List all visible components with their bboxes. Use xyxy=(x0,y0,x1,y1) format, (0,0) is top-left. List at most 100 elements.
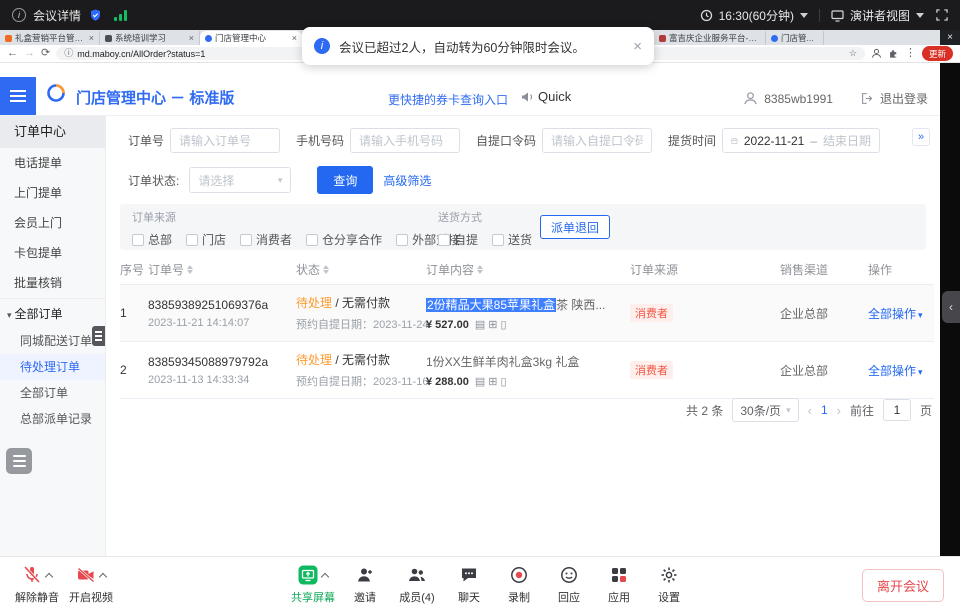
prev-page-button[interactable]: ‹ xyxy=(808,403,812,418)
checkbox-icon xyxy=(240,234,252,246)
browser-tab[interactable]: 门店管... xyxy=(766,31,824,45)
tab-close-icon[interactable]: × xyxy=(89,34,94,43)
sidebar-item-phone-order[interactable]: 电话提单 xyxy=(0,148,105,178)
page-number-current[interactable]: 1 xyxy=(821,403,828,417)
goto-page-input[interactable] xyxy=(883,399,911,421)
search-button[interactable]: 查询 xyxy=(317,166,373,194)
sort-icon[interactable] xyxy=(477,265,483,274)
gear-icon xyxy=(659,565,679,585)
window-close-icon[interactable]: × xyxy=(940,30,960,45)
settings-button[interactable]: 设置 xyxy=(644,564,694,605)
sort-icon[interactable] xyxy=(187,265,193,274)
meeting-info-icon[interactable]: i xyxy=(12,8,26,22)
sidebar-item-walkin-order[interactable]: 上门提单 xyxy=(0,178,105,208)
all-actions-dropdown[interactable]: 全部操作 xyxy=(868,307,916,321)
expand-panel-chevron-icon[interactable]: ‹ xyxy=(942,291,960,323)
sidebar-section-order-center[interactable]: 订单中心 xyxy=(0,116,105,148)
unmute-button[interactable]: 解除静音 xyxy=(10,564,64,605)
coupon-query-link[interactable]: 更快捷的券卡查询入口 xyxy=(388,91,508,108)
reaction-button[interactable]: 回应 xyxy=(544,564,594,605)
qrcode-icon[interactable]: ⊞ xyxy=(488,376,497,388)
username[interactable]: 8385wb1991 xyxy=(764,92,833,106)
mic-options-caret-icon[interactable] xyxy=(45,573,53,581)
quick-entry[interactable]: Quick xyxy=(520,89,571,104)
reload-icon[interactable]: ⟳ xyxy=(41,48,50,59)
browser-tab-active[interactable]: 门店管理中心 × xyxy=(200,31,302,45)
browser-tab[interactable]: 礼盒营销平台管理中心 × xyxy=(0,31,100,45)
goto-label: 前往 xyxy=(850,402,874,419)
sidebar-item-pending-orders[interactable]: 待处理订单 xyxy=(0,354,105,380)
next-page-button[interactable]: › xyxy=(837,403,841,418)
sidebar-item-cardpack-order[interactable]: 卡包提单 xyxy=(0,238,105,268)
bookmark-star-icon[interactable]: ☆ xyxy=(849,48,857,59)
tab-close-icon[interactable]: × xyxy=(292,34,297,43)
image-icon[interactable]: ▤ xyxy=(475,376,485,388)
meeting-toolbar: 解除静音 开启视频 共享屏幕 xyxy=(0,556,960,610)
pickup-date-range[interactable]: 2022-11-21 – 结束日期 xyxy=(722,128,880,153)
forward-icon[interactable]: → xyxy=(24,48,35,59)
invite-person-icon xyxy=(355,565,375,585)
checkbox-icon xyxy=(396,234,408,246)
menu-hamburger-button[interactable] xyxy=(0,77,36,115)
start-video-button[interactable]: 开启视频 xyxy=(64,564,118,605)
floating-list-button[interactable] xyxy=(6,448,32,474)
network-signal-icon[interactable] xyxy=(114,10,127,21)
pickup-code-input[interactable] xyxy=(542,128,652,153)
chat-button[interactable]: 聊天 xyxy=(444,564,494,605)
view-chevron-down-icon[interactable] xyxy=(916,13,924,18)
sidebar-collapse-handle[interactable] xyxy=(92,326,105,346)
browser-menu-dots-icon[interactable]: ⋮ xyxy=(905,48,916,59)
phone-input[interactable] xyxy=(350,128,460,153)
site-info-icon[interactable]: ⓘ xyxy=(64,49,73,58)
chrome-update-button[interactable]: 更新 xyxy=(922,46,953,61)
all-actions-dropdown[interactable]: 全部操作 xyxy=(868,364,916,378)
members-button[interactable]: 成员(4) xyxy=(390,564,444,605)
profile-avatar-icon[interactable] xyxy=(871,48,882,59)
share-options-caret-icon[interactable] xyxy=(321,573,329,581)
checkbox-source-hq[interactable]: 总部 xyxy=(132,231,172,248)
leave-meeting-button[interactable]: 离开会议 xyxy=(862,569,944,602)
checkbox-delivery-ship[interactable]: 送货 xyxy=(492,231,532,248)
checkbox-delivery-pickup[interactable]: 自提 xyxy=(438,231,478,248)
record-button[interactable]: 录制 xyxy=(494,564,544,605)
filter-row-1: 订单号 手机号码 自提口令码 提货时间 2022-11-21 – 结束日期 xyxy=(128,128,880,153)
back-icon[interactable]: ← xyxy=(7,48,18,59)
checkbox-source-warehouse-share[interactable]: 仓分享合作 xyxy=(306,231,382,248)
tab-close-icon[interactable]: × xyxy=(189,34,194,43)
phone-icon[interactable]: ▯ xyxy=(500,319,506,331)
invite-button[interactable]: 邀请 xyxy=(340,564,390,605)
apps-button[interactable]: 应用 xyxy=(594,564,644,605)
sidebar-item-member-walkin[interactable]: 会员上门 xyxy=(0,208,105,238)
browser-tab[interactable]: 系统培训学习 × xyxy=(100,31,200,45)
meeting-details-label[interactable]: 会议详情 xyxy=(33,7,81,24)
checkbox-source-consumer[interactable]: 消费者 xyxy=(240,231,292,248)
order-no-input[interactable] xyxy=(170,128,280,153)
view-mode-label[interactable]: 演讲者视图 xyxy=(850,7,910,24)
advanced-filter-link[interactable]: 高级筛选 xyxy=(383,172,431,189)
expand-panel-button[interactable]: » xyxy=(912,128,930,146)
sidebar-item-all-orders[interactable]: 全部订单 xyxy=(0,380,105,406)
video-options-caret-icon[interactable] xyxy=(99,573,107,581)
browser-tab[interactable]: 富吉庆企业服务平台-企业... xyxy=(654,31,766,45)
checkbox-source-store[interactable]: 门店 xyxy=(186,231,226,248)
timer-chevron-down-icon[interactable] xyxy=(800,13,808,18)
sidebar-item-city-delivery-orders[interactable]: 同城配送订单 xyxy=(0,328,105,354)
filter-row-2: 订单状态: 请选择 ▾ 查询 高级筛选 xyxy=(128,166,431,194)
security-shield-icon[interactable] xyxy=(88,8,103,23)
fullscreen-icon[interactable] xyxy=(936,9,948,21)
sort-icon[interactable] xyxy=(323,265,329,274)
meeting-timer[interactable]: 16:30(60分钟) xyxy=(719,7,794,24)
dispatch-return-button[interactable]: 派单退回 xyxy=(540,215,610,239)
sidebar-item-hq-dispatch-records[interactable]: 总部派单记录 xyxy=(0,406,105,432)
extensions-puzzle-icon[interactable] xyxy=(888,48,899,59)
qrcode-icon[interactable]: ⊞ xyxy=(488,319,497,331)
sidebar-item-batch-writeoff[interactable]: 批量核销 xyxy=(0,268,105,298)
logout-link[interactable]: 退出登录 xyxy=(880,90,928,107)
phone-icon[interactable]: ▯ xyxy=(500,376,506,388)
share-screen-button[interactable]: 共享屏幕 xyxy=(286,564,340,605)
sidebar-group-all-orders[interactable]: ▾全部订单 xyxy=(0,298,105,328)
toast-close-icon[interactable]: × xyxy=(633,38,642,55)
order-status-select[interactable]: 请选择 ▾ xyxy=(189,167,291,193)
page-size-select[interactable]: 30条/页 ▾ xyxy=(732,398,798,422)
image-icon[interactable]: ▤ xyxy=(475,319,485,331)
